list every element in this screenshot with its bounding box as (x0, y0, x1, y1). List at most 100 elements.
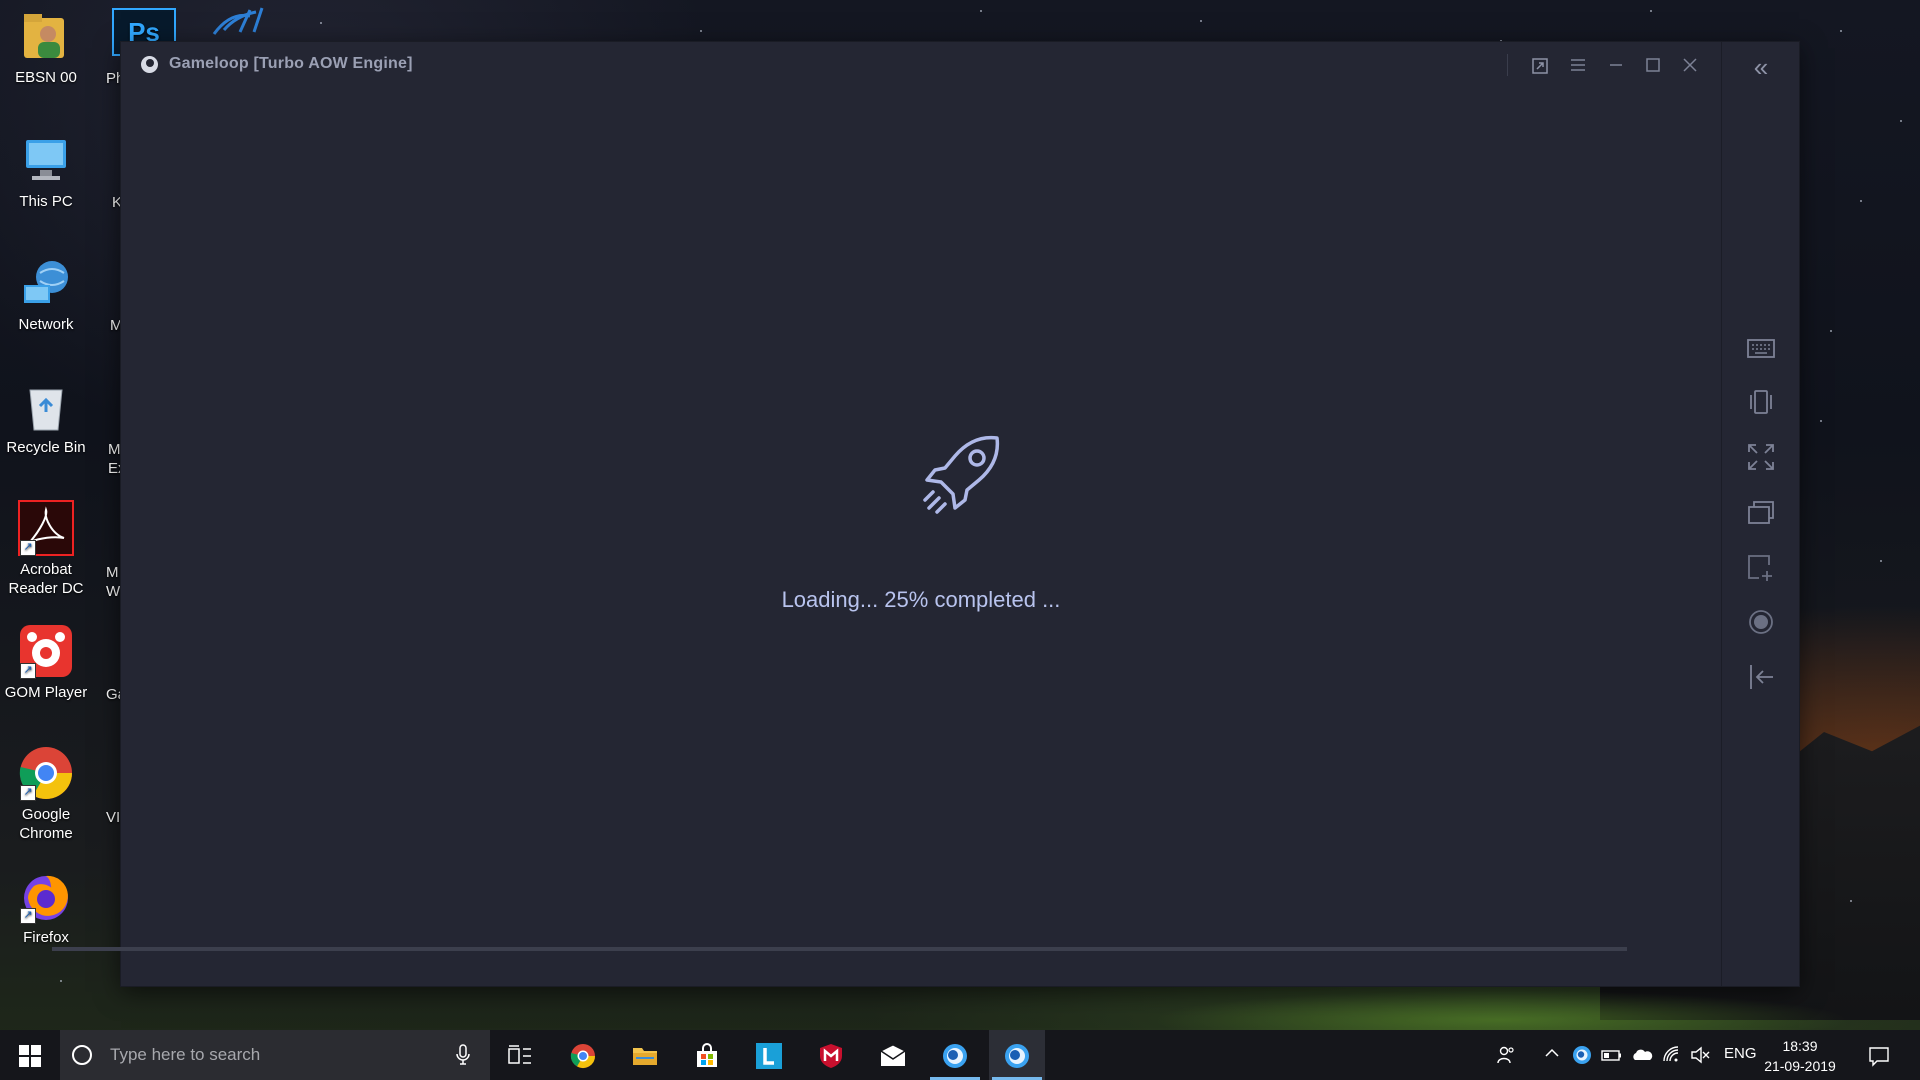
desktop-icon-label: Firefox (23, 929, 69, 946)
wallpaper-star (1860, 200, 1862, 202)
gameloop-icon (1005, 1044, 1029, 1068)
battery-icon[interactable] (1601, 1045, 1621, 1065)
loading-status-text: Loading... 25% completed ... (781, 587, 1061, 612)
microphone-icon[interactable] (455, 1043, 471, 1067)
mcafee-shield-icon (820, 1044, 842, 1068)
desktop-icon-label: This PC (19, 193, 73, 210)
chrome-icon: ↗ (18, 745, 74, 801)
multi-window-icon[interactable] (1745, 496, 1777, 528)
gameloop-tray-icon[interactable] (1572, 1045, 1592, 1065)
desktop-icon-label: Recycle Bin (6, 439, 86, 456)
taskbar-chrome[interactable] (555, 1030, 611, 1080)
taskbar-mcafee[interactable] (803, 1030, 859, 1080)
action-center-icon[interactable] (1868, 1045, 1889, 1067)
desktop-icon-label: EBSN 00 (15, 69, 77, 86)
mail-icon (880, 1044, 906, 1066)
chevron-up-icon[interactable] (1542, 1045, 1562, 1065)
l-app-icon (756, 1043, 782, 1069)
recycle-bin-icon (18, 378, 74, 434)
wallpaper-star (1830, 330, 1832, 332)
desktop-partial-label: M Ex (108, 441, 126, 477)
folder-icon (633, 1048, 657, 1065)
desktop-partial-label: M W (106, 564, 121, 600)
gameloop-logo-icon (141, 56, 158, 73)
clock-date: 21-09-2019 (1764, 1058, 1836, 1074)
wallpaper-star (1850, 900, 1852, 902)
input-language[interactable]: ENG (1724, 1045, 1757, 1065)
clock-time: 18:39 (1782, 1038, 1818, 1054)
shake-icon[interactable] (1745, 386, 1777, 418)
record-icon[interactable] (1745, 606, 1777, 638)
windows-icon (19, 1045, 41, 1067)
user-folder-icon (18, 8, 74, 64)
desktop-icon-label: Google Chrome (19, 806, 73, 842)
shortcut-arrow-icon: ↗ (20, 785, 36, 801)
taskbar-gameloop[interactable] (927, 1030, 983, 1080)
close-icon[interactable] (1676, 52, 1704, 78)
desktop-partial-label: VI (106, 809, 121, 826)
desktop-icon-recycle-bin[interactable]: Recycle Bin (0, 378, 92, 457)
volume-muted-icon[interactable] (1690, 1045, 1710, 1065)
task-view-button[interactable] (492, 1030, 548, 1080)
desktop-icon-gom-player[interactable]: ↗ GOM Player (0, 623, 92, 702)
popout-icon[interactable] (1526, 52, 1554, 78)
shortcut-arrow-icon: ↗ (20, 540, 36, 556)
firefox-icon: ↗ (18, 868, 74, 924)
desktop-icon-this-pc[interactable]: This PC (0, 132, 92, 211)
wallpaper-star (980, 10, 982, 12)
shortcut-arrow-icon: ↗ (20, 908, 36, 924)
minimize-icon[interactable] (1602, 52, 1630, 78)
taskbar: Type here to search ENG 18:39 21-09-2019 (0, 1030, 1920, 1080)
computer-icon (18, 132, 74, 188)
wallpaper-star (320, 22, 322, 24)
titlebar-divider (1507, 54, 1508, 76)
network-icon (18, 255, 74, 311)
shortcut-arrow-icon: ↗ (20, 663, 36, 679)
acrobat-icon: ↗ (18, 500, 74, 556)
people-icon[interactable] (1496, 1045, 1516, 1065)
taskbar-l-app[interactable] (741, 1030, 797, 1080)
gameloop-window[interactable]: Gameloop [Turbo AOW Engine] Loading... 2… (121, 42, 1799, 986)
wallpaper-star (700, 30, 702, 32)
menu-icon[interactable] (1564, 52, 1592, 78)
task-view-icon (508, 1045, 531, 1064)
onedrive-icon[interactable] (1631, 1045, 1653, 1065)
store-icon (697, 1043, 717, 1067)
wallpaper-star (1650, 10, 1652, 12)
desktop-icon-firefox[interactable]: ↗ Firefox (0, 868, 92, 947)
taskbar-file-explorer[interactable] (617, 1030, 673, 1080)
cortana-icon (72, 1045, 92, 1065)
fullscreen-icon[interactable] (1745, 441, 1777, 473)
partial-app-icon[interactable] (210, 6, 270, 36)
desktop-icon-acrobat[interactable]: ↗ Acrobat Reader DC (0, 500, 92, 598)
collapse-sidebar-icon[interactable]: « (1744, 52, 1778, 84)
screenshot-icon[interactable] (1745, 551, 1777, 583)
taskbar-search-box[interactable]: Type here to search (60, 1030, 490, 1080)
taskbar-microsoft-store[interactable] (679, 1030, 735, 1080)
wallpaper-star (1820, 420, 1822, 422)
start-button[interactable] (0, 1030, 60, 1080)
wallpaper-star (1200, 20, 1202, 22)
wifi-icon[interactable] (1662, 1045, 1682, 1065)
system-clock[interactable]: 18:39 21-09-2019 (1760, 1036, 1840, 1076)
gameloop-icon (943, 1044, 967, 1068)
window-bottom-track (52, 947, 1627, 951)
maximize-icon[interactable] (1639, 52, 1667, 78)
taskbar-mail[interactable] (865, 1030, 921, 1080)
desktop-icon-label: GOM Player (4, 684, 88, 701)
keyboard-icon[interactable] (1745, 332, 1777, 364)
chrome-icon (570, 1044, 595, 1069)
desktop-icon-label: Acrobat Reader DC (8, 561, 84, 597)
wallpaper-star (1880, 560, 1882, 562)
desktop-icon-ebsn[interactable]: EBSN 00 (0, 8, 92, 87)
gom-player-icon: ↗ (18, 623, 74, 679)
desktop-icon-chrome[interactable]: ↗ Google Chrome (0, 745, 92, 843)
desktop-icon-network[interactable]: Network (0, 255, 92, 334)
wallpaper-star (1840, 30, 1842, 32)
search-placeholder: Type here to search (110, 1045, 261, 1064)
taskbar-gameloop-active[interactable] (989, 1030, 1045, 1080)
window-titlebar[interactable]: Gameloop [Turbo AOW Engine] (121, 42, 1721, 88)
wallpaper-star (1900, 120, 1902, 122)
wallpaper-star (60, 980, 62, 982)
exit-icon[interactable] (1745, 661, 1777, 693)
